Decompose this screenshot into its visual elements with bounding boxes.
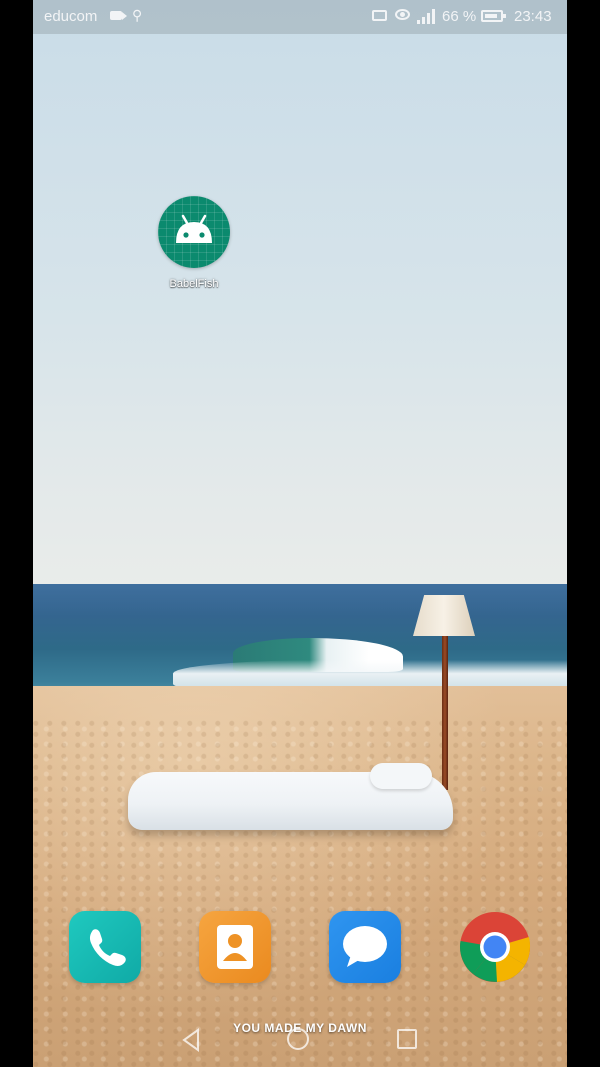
signal-icon (417, 8, 437, 24)
video-camera-icon (110, 11, 127, 20)
status-bar: educom ⚲ 66 % 23:43 (33, 0, 567, 34)
recents-icon[interactable] (397, 1029, 417, 1049)
eye-comfort-icon (395, 9, 410, 20)
dock (33, 911, 567, 985)
navigation-bar (33, 1020, 567, 1060)
back-icon[interactable] (181, 1028, 201, 1052)
message-bubble-icon[interactable] (329, 911, 401, 983)
app-label: BabelFish (169, 278, 219, 290)
home-screen: educom ⚲ 66 % 23:43 BabelFish YOU MADE M… (33, 0, 567, 1067)
dock-chrome[interactable] (459, 911, 531, 983)
app-babelfish[interactable]: BabelFish (153, 196, 235, 290)
battery-percent: 66 % (442, 8, 477, 25)
phone-icon[interactable] (69, 911, 141, 983)
dock-phone[interactable] (69, 911, 141, 983)
dock-messages[interactable] (329, 911, 401, 983)
clock: 23:43 (514, 8, 552, 25)
android-robot-icon[interactable] (158, 196, 230, 268)
battery-icon (481, 10, 506, 22)
usb-icon: ⚲ (132, 7, 143, 23)
dock-contacts[interactable] (199, 911, 271, 983)
contacts-icon[interactable] (199, 911, 271, 983)
cast-icon (372, 10, 387, 21)
chrome-icon[interactable] (459, 911, 531, 983)
wallpaper-pillow (370, 763, 432, 789)
carrier-name: educom (44, 8, 98, 25)
wallpaper-lamp-pole (442, 636, 448, 790)
home-icon[interactable] (287, 1028, 309, 1050)
